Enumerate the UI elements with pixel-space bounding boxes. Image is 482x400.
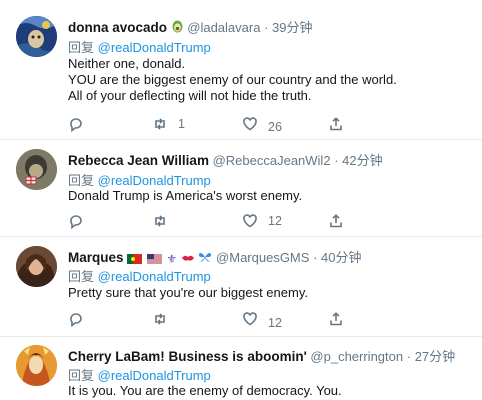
retweet-count: 1 xyxy=(178,117,185,131)
mention-link[interactable]: @realDonaldTrump xyxy=(98,269,211,284)
timestamp[interactable]: 40分钟 xyxy=(321,250,361,265)
tweet[interactable]: Rebecca Jean William @RebeccaJeanWil2 · … xyxy=(0,140,482,237)
like-button[interactable]: 26 xyxy=(242,114,282,134)
reply-context: 回复 @realDonaldTrump xyxy=(68,266,211,285)
portugal-flag-icon xyxy=(127,252,143,266)
avocado-icon xyxy=(171,20,184,36)
tweet-header: Marques ⚜ @MarquesGMS · 40分钟 xyxy=(68,247,362,266)
avatar[interactable] xyxy=(16,149,57,190)
reply-prefix: 回复 xyxy=(68,173,95,188)
tweet-text: Neither one, donald. YOU are the biggest… xyxy=(68,56,397,104)
reply-prefix: 回复 xyxy=(68,269,95,284)
butterfly-icon xyxy=(198,251,212,266)
share-button[interactable] xyxy=(328,114,344,134)
retweet-button[interactable] xyxy=(152,211,168,231)
share-icon xyxy=(330,312,342,326)
reply-context: 回复 @realDonaldTrump xyxy=(68,170,211,189)
reply-icon xyxy=(70,118,82,132)
tweet-text-line: It is you. You are the enemy of democrac… xyxy=(68,383,342,398)
tweet-text-line: Donald Trump is America's worst enemy. xyxy=(68,188,303,203)
reply-button[interactable] xyxy=(68,114,84,134)
user-handle[interactable]: @ladalavara xyxy=(187,20,260,35)
tweet[interactable]: Marques ⚜ @MarquesGMS · 40分钟 回复 @realDon… xyxy=(0,237,482,337)
tweet-actions: 12 xyxy=(68,309,388,330)
tweet-actions: 1 26 xyxy=(68,114,388,134)
avatar[interactable] xyxy=(16,345,57,386)
retweet-icon xyxy=(155,118,165,130)
tweet-header: Cherry LaBam! Business is aboomin' @p_ch… xyxy=(68,346,455,365)
retweet-icon xyxy=(155,313,165,325)
timestamp[interactable]: 39分钟 xyxy=(272,20,312,35)
like-count: 12 xyxy=(268,316,282,330)
retweet-button[interactable]: 1 xyxy=(152,114,185,134)
avatar[interactable] xyxy=(16,246,57,287)
like-count: 26 xyxy=(268,120,282,134)
avatar[interactable] xyxy=(16,16,57,57)
reply-button[interactable] xyxy=(68,211,84,231)
user-handle[interactable]: @p_cherrington xyxy=(310,349,403,364)
tweet-text-line: YOU are the biggest enemy of our country… xyxy=(68,72,397,87)
separator: · xyxy=(334,153,339,168)
display-name[interactable]: Rebecca Jean William xyxy=(68,153,209,168)
heart-icon xyxy=(243,214,257,228)
reply-prefix: 回复 xyxy=(68,40,95,55)
timestamp[interactable]: 27分钟 xyxy=(415,349,455,364)
tweet-header: Rebecca Jean William @RebeccaJeanWil2 · … xyxy=(68,150,383,169)
display-name[interactable]: Cherry LaBam! Business is aboomin' xyxy=(68,349,307,364)
reply-icon xyxy=(70,313,82,327)
retweet-button[interactable] xyxy=(152,309,168,329)
reply-icon xyxy=(70,215,82,229)
share-icon xyxy=(330,117,342,131)
user-handle[interactable]: @MarquesGMS xyxy=(216,250,309,265)
separator: · xyxy=(406,349,412,364)
tweet-text-line: All of your deflecting will not hide the… xyxy=(68,88,312,103)
reply-prefix: 回复 xyxy=(68,368,95,383)
like-button[interactable]: 12 xyxy=(242,211,282,231)
like-count: 12 xyxy=(268,214,282,228)
fleur-de-lis-icon: ⚜ xyxy=(166,252,178,266)
tweet-text: Pretty sure that you're our biggest enem… xyxy=(68,285,308,301)
like-button[interactable]: 12 xyxy=(242,309,282,330)
reply-context: 回复 @realDonaldTrump xyxy=(68,365,211,384)
tweet-header: donna avocado @ladalavara · 39分钟 xyxy=(68,17,313,36)
retweet-icon xyxy=(155,215,165,227)
share-icon xyxy=(330,214,342,228)
mention-link[interactable]: @realDonaldTrump xyxy=(98,40,211,55)
reply-button[interactable] xyxy=(68,309,84,329)
separator: · xyxy=(264,20,269,35)
timestamp[interactable]: 42分钟 xyxy=(342,153,382,168)
share-button[interactable] xyxy=(328,309,344,329)
tweet[interactable]: Cherry LaBam! Business is aboomin' @p_ch… xyxy=(0,337,482,400)
tweet[interactable]: donna avocado @ladalavara · 39分钟 回复 @rea… xyxy=(0,0,482,140)
heart-icon xyxy=(243,117,257,131)
reply-context: 回复 @realDonaldTrump xyxy=(68,37,211,56)
tweet-text-line: Pretty sure that you're our biggest enem… xyxy=(68,285,308,300)
tweet-text: It is you. You are the enemy of democrac… xyxy=(68,383,342,399)
tweet-text-line: Neither one, donald. xyxy=(68,56,186,71)
kiss-mark-icon xyxy=(181,252,195,266)
heart-icon xyxy=(243,312,257,326)
tweet-actions: 12 xyxy=(68,211,388,231)
user-handle[interactable]: @RebeccaJeanWil2 xyxy=(213,153,331,168)
us-flag-icon xyxy=(146,252,163,266)
separator: · xyxy=(313,250,318,265)
tweet-text: Donald Trump is America's worst enemy. xyxy=(68,188,302,204)
share-button[interactable] xyxy=(328,211,344,231)
display-name[interactable]: Marques xyxy=(68,250,124,265)
mention-link[interactable]: @realDonaldTrump xyxy=(98,368,211,383)
reply-feed: donna avocado @ladalavara · 39分钟 回复 @rea… xyxy=(0,0,482,400)
display-name[interactable]: donna avocado xyxy=(68,20,167,35)
mention-link[interactable]: @realDonaldTrump xyxy=(98,173,211,188)
